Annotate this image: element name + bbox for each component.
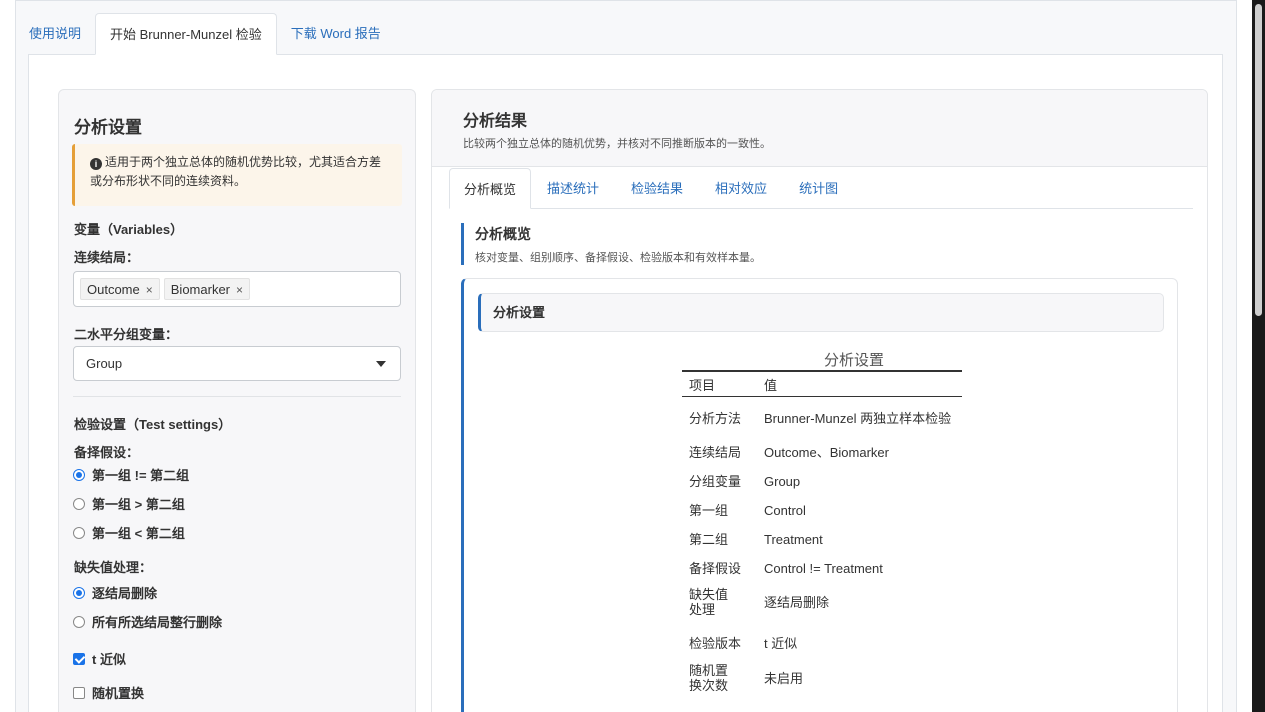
group-label: 二水平分组变量：: [74, 327, 179, 342]
overview-title: 分析概览: [475, 226, 531, 242]
remove-tag-icon[interactable]: ×: [236, 283, 243, 297]
checkbox-t-approx[interactable]: t 近似: [73, 649, 126, 668]
table-row: 第一组 Control: [689, 502, 806, 518]
results-panel: 分析结果 比较两个独立总体的随机优势，并核对不同推断版本的一致性。 分析概览 描…: [431, 89, 1208, 712]
section-divider: [73, 396, 401, 397]
radio-alt-two-sided[interactable]: 第一组 != 第二组: [73, 465, 189, 484]
radio-alt-less[interactable]: 第一组 < 第二组: [73, 523, 185, 542]
tab-start-test[interactable]: 开始 Brunner-Munzel 检验: [95, 13, 277, 55]
settings-card: 分析设置 分析设置 项目 值 分析方法 Brunner-Munzel 两独立样本…: [461, 278, 1178, 712]
overview-accent-bar: [461, 223, 464, 265]
test-settings-heading: 检验设置（Test settings）: [74, 417, 232, 432]
settings-panel: 分析设置 i 适用于两个独立总体的随机优势比较，尤其适合方差或分布形状不同的连续资…: [58, 89, 416, 712]
table-header-value: 值: [764, 377, 778, 393]
table-row: 随机置换次数 未启用: [689, 663, 804, 693]
group-select[interactable]: Group: [73, 346, 401, 381]
radio-icon[interactable]: [73, 497, 85, 510]
tab-plots[interactable]: 统计图: [783, 168, 854, 209]
tab-test-results[interactable]: 检验结果: [615, 168, 699, 209]
checkbox-icon[interactable]: [73, 686, 85, 699]
table-row: 缺失值处理 逐结局删除: [689, 587, 830, 617]
top-tab-bar: 使用说明 开始 Brunner-Munzel 检验 下载 Word 报告: [15, 13, 395, 55]
info-alert: i 适用于两个独立总体的随机优势比较，尤其适合方差或分布形状不同的连续资料。: [72, 144, 402, 206]
table-caption: 分析设置: [823, 352, 884, 369]
tab-download-report[interactable]: 下载 Word 报告: [277, 13, 395, 55]
table-row: 分析方法 Brunner-Munzel 两独立样本检验: [689, 410, 952, 426]
continuous-outcome-input[interactable]: Outcome × Biomarker ×: [73, 271, 401, 307]
tag-biomarker: Biomarker ×: [163, 278, 251, 300]
group-select-value: Group: [86, 356, 123, 371]
info-icon: i: [90, 158, 102, 170]
table-header-row: 项目 值: [682, 376, 962, 394]
table-top-rule: [682, 370, 962, 372]
table-row: 检验版本 t 近似: [689, 635, 798, 651]
info-text: 适用于两个独立总体的随机优势比较，尤其适合方差或分布形状不同的连续资料。: [90, 155, 382, 188]
tab-relative-effect[interactable]: 相对效应: [699, 168, 783, 209]
window-scrollbar[interactable]: [1252, 0, 1265, 712]
missing-label: 缺失值处理：: [74, 560, 153, 575]
tab-descriptive[interactable]: 描述统计: [531, 168, 615, 209]
table-row: 备择假设 Control != Treatment: [689, 560, 883, 576]
chevron-down-icon: [376, 361, 386, 367]
table-header-rule: [682, 396, 962, 397]
overview-subtitle: 核对变量、组别顺序、备择假设、检验版本和有效样本量。: [475, 252, 761, 264]
tag-outcome: Outcome ×: [80, 278, 160, 300]
variables-heading: 变量（Variables）: [74, 222, 184, 237]
results-title: 分析结果: [463, 113, 528, 130]
table-header-item: 项目: [689, 377, 716, 393]
results-header: 分析结果 比较两个独立总体的随机优势，并核对不同推断版本的一致性。: [432, 90, 1207, 167]
checkbox-checked-icon[interactable]: [73, 652, 85, 665]
scrollbar-thumb[interactable]: [1255, 4, 1262, 316]
remove-tag-icon[interactable]: ×: [146, 283, 153, 297]
radio-selected-icon[interactable]: [73, 586, 85, 599]
table-row: 第二组 Treatment: [689, 531, 823, 547]
settings-title: 分析设置: [74, 118, 142, 137]
tab-overview[interactable]: 分析概览: [449, 168, 532, 209]
radio-selected-icon[interactable]: [73, 468, 85, 481]
tab-instructions[interactable]: 使用说明: [15, 13, 95, 55]
alternative-label: 备择假设：: [74, 445, 140, 460]
results-tab-bar: 分析概览 描述统计 检验结果 相对效应 统计图: [449, 168, 1193, 209]
radio-icon[interactable]: [73, 615, 85, 628]
table-row: 连续结局 Outcome、Biomarker: [689, 444, 889, 460]
table-row: 分组变量 Group: [689, 473, 801, 489]
continuous-label: 连续结局：: [74, 250, 140, 265]
results-subtitle: 比较两个独立总体的随机优势，并核对不同推断版本的一致性。: [463, 138, 771, 150]
settings-card-title: 分析设置: [478, 293, 1164, 332]
radio-alt-greater[interactable]: 第一组 > 第二组: [73, 494, 185, 513]
checkbox-permutation[interactable]: 随机置换: [73, 683, 144, 702]
radio-missing-per-outcome[interactable]: 逐结局删除: [73, 583, 157, 602]
radio-icon[interactable]: [73, 526, 85, 539]
radio-missing-listwise[interactable]: 所有所选结局整行删除: [73, 612, 222, 631]
